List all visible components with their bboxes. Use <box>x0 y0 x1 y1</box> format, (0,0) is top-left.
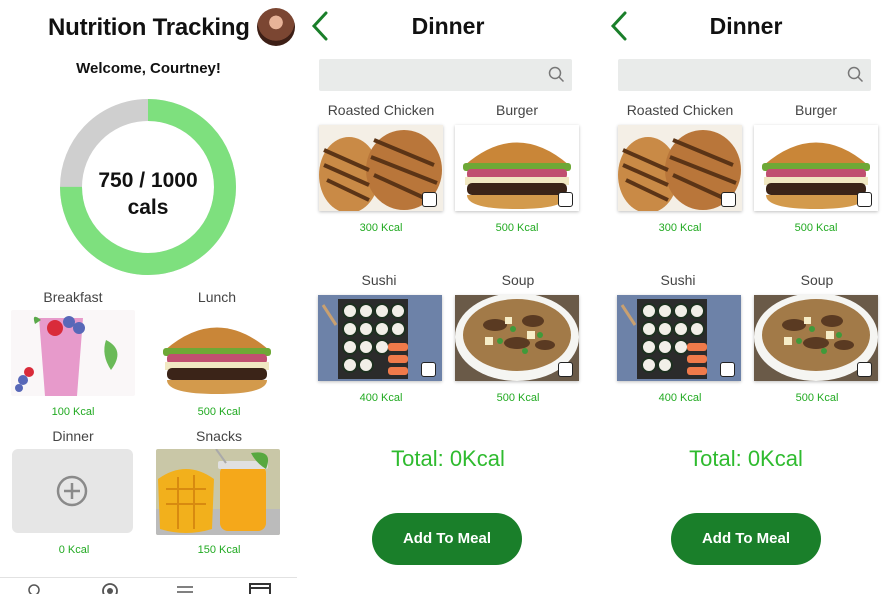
food-label: Sushi <box>660 272 696 288</box>
nutrition-tracking-screen: Nutrition Tracking Welcome, Courtney! 75… <box>0 0 297 594</box>
page-title: Nutrition Tracking <box>48 14 250 41</box>
food-kcal: 400 Kcal <box>658 392 702 404</box>
add-to-meal-button[interactable]: Add To Meal <box>372 513 522 565</box>
meal-label-lunch: Lunch <box>197 289 237 305</box>
lunch-image[interactable] <box>155 310 279 396</box>
food-kcal: 300 Kcal <box>359 222 403 234</box>
select-checkbox[interactable] <box>558 192 573 207</box>
add-to-meal-button[interactable]: Add To Meal <box>671 513 821 565</box>
food-card-sushi[interactable] <box>617 295 741 381</box>
food-card-roasted-chicken[interactable] <box>319 125 443 211</box>
select-checkbox[interactable] <box>857 362 872 377</box>
add-dinner-button[interactable] <box>12 449 133 533</box>
food-label: Sushi <box>361 272 397 288</box>
food-card-burger[interactable] <box>455 125 579 211</box>
food-label: Roasted Chicken <box>327 102 435 118</box>
breakfast-image[interactable] <box>11 310 135 396</box>
meal-label-snacks: Snacks <box>196 428 242 444</box>
food-kcal: 500 Kcal <box>795 392 839 404</box>
welcome-text: Welcome, Courtney! <box>76 60 221 77</box>
food-card-soup[interactable] <box>455 295 579 381</box>
calorie-summary: 750 / 1000 cals <box>60 167 236 221</box>
dinner-screen: Dinner Roasted Chicken 300 Kcal Burger 5… <box>300 0 596 594</box>
food-label: Soup <box>501 272 535 288</box>
food-label: Burger <box>495 102 539 118</box>
search-input[interactable] <box>319 59 572 91</box>
calendar-icon[interactable] <box>249 582 271 594</box>
total-kcal: Total: 0Kcal <box>391 446 505 471</box>
avatar[interactable] <box>257 8 295 46</box>
select-checkbox[interactable] <box>721 192 736 207</box>
food-kcal: 500 Kcal <box>496 392 540 404</box>
food-label: Roasted Chicken <box>626 102 734 118</box>
lunch-kcal: 500 Kcal <box>197 406 241 418</box>
total-kcal: Total: 0Kcal <box>689 446 803 471</box>
dinner-kcal: 0 Kcal <box>58 544 90 556</box>
page-title: Dinner <box>709 13 783 39</box>
meal-label-dinner: Dinner <box>52 428 94 444</box>
food-label: Burger <box>794 102 838 118</box>
breakfast-kcal: 100 Kcal <box>51 406 95 418</box>
snacks-kcal: 150 Kcal <box>197 544 241 556</box>
select-checkbox[interactable] <box>422 192 437 207</box>
select-checkbox[interactable] <box>421 362 436 377</box>
calorie-unit: cals <box>127 196 169 219</box>
compass-icon[interactable] <box>101 582 119 594</box>
plus-circle-icon <box>56 475 88 507</box>
food-kcal: 500 Kcal <box>794 222 838 234</box>
food-card-burger[interactable] <box>754 125 878 211</box>
search-icon <box>847 66 864 83</box>
menu-icon[interactable] <box>176 582 194 594</box>
food-label: Soup <box>800 272 834 288</box>
food-kcal: 300 Kcal <box>658 222 702 234</box>
select-checkbox[interactable] <box>857 192 872 207</box>
food-kcal: 400 Kcal <box>359 392 403 404</box>
food-card-sushi[interactable] <box>318 295 442 381</box>
search-input[interactable] <box>618 59 871 91</box>
select-checkbox[interactable] <box>720 362 735 377</box>
meal-label-breakfast: Breakfast <box>43 289 103 305</box>
food-kcal: 500 Kcal <box>495 222 539 234</box>
dinner-screen: Dinner Roasted Chicken 300 Kcal Burger 5… <box>599 0 893 594</box>
search-icon <box>548 66 565 83</box>
page-title: Dinner <box>411 13 485 39</box>
calorie-count: 750 / 1000 <box>98 169 198 192</box>
select-checkbox[interactable] <box>558 362 573 377</box>
home-icon[interactable] <box>26 582 42 594</box>
food-card-roasted-chicken[interactable] <box>618 125 742 211</box>
food-card-soup[interactable] <box>754 295 878 381</box>
snacks-image[interactable] <box>156 449 280 535</box>
bottom-nav <box>0 577 297 594</box>
